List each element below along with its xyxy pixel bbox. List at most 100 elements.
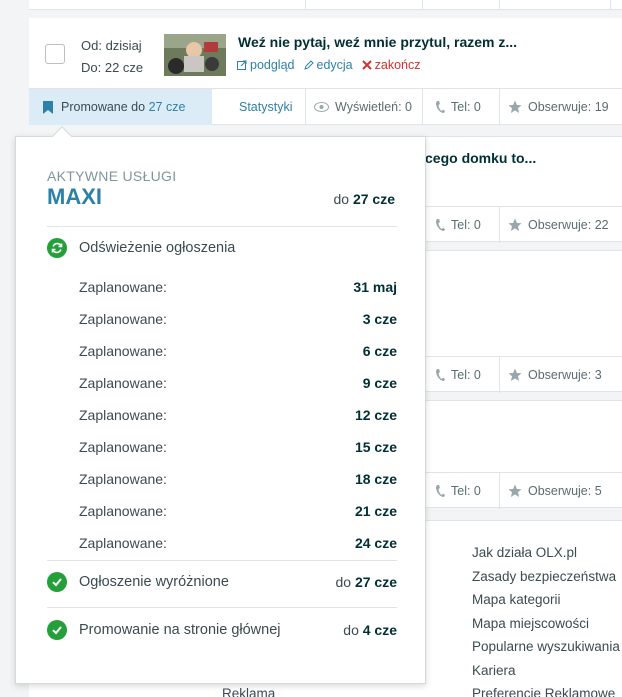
schedule-row: Zaplanowane: 21 cze bbox=[79, 501, 397, 521]
star-icon bbox=[508, 218, 522, 231]
pencil-icon bbox=[303, 60, 314, 70]
phone-stat-2: Tel: 0 bbox=[422, 207, 481, 243]
promo-date: 27 cze bbox=[148, 100, 186, 114]
footer-link-location-map[interactable]: Mapa miejscowości bbox=[472, 612, 620, 636]
package-until: do 27 cze bbox=[333, 191, 395, 207]
schedule-row: Zaplanowane: 3 cze bbox=[79, 309, 397, 329]
schedule-date: 18 cze bbox=[354, 471, 397, 487]
schedule-label: Zaplanowane: bbox=[79, 503, 167, 519]
promo-status[interactable]: Promowane do 27 cze bbox=[29, 89, 212, 125]
edit-link[interactable]: edycja bbox=[303, 58, 353, 72]
service-homepage: Promowanie na stronie głównej do 4 cze bbox=[47, 618, 397, 642]
ad-thumbnail[interactable] bbox=[164, 34, 226, 76]
schedule-label: Zaplanowane: bbox=[79, 311, 167, 327]
phone-icon bbox=[436, 219, 445, 231]
footer-link-popular-searches[interactable]: Popularne wyszukiwania bbox=[472, 635, 620, 659]
phone-count-4: Tel: 0 bbox=[451, 484, 481, 498]
schedule-date: 15 cze bbox=[354, 439, 397, 455]
footer-link-advertising[interactable]: Reklama bbox=[222, 686, 275, 697]
ad-row: Od: dzisiaj Do: 22 cze Weź nie pytaj, we… bbox=[29, 18, 622, 88]
divider bbox=[47, 607, 397, 608]
watch-stat: Obserwuje: 19 bbox=[499, 89, 609, 125]
service-until: do 4 cze bbox=[343, 622, 397, 638]
schedule-label: Zaplanowane: bbox=[79, 439, 167, 455]
bookmark-icon bbox=[43, 100, 53, 114]
schedule-row: Zaplanowane: 24 cze bbox=[79, 533, 397, 553]
watch-count-4: Obserwuje: 5 bbox=[528, 484, 602, 498]
ad-actions: podgląd edycja zakończ bbox=[237, 58, 421, 72]
schedule-label: Zaplanowane: bbox=[79, 407, 167, 423]
ad-dates: Od: dzisiaj Do: 22 cze bbox=[81, 35, 143, 79]
ad-title-2[interactable]: cego domku to... bbox=[425, 150, 536, 166]
watch-count-2: Obserwuje: 22 bbox=[528, 218, 609, 232]
ad-select-checkbox[interactable] bbox=[45, 44, 65, 64]
watch-stat-3: Obserwuje: 3 bbox=[499, 357, 602, 393]
schedule-row: Zaplanowane: 9 cze bbox=[79, 373, 397, 393]
preview-link[interactable]: podgląd bbox=[237, 58, 295, 72]
phone-icon bbox=[436, 101, 445, 113]
check-icon bbox=[47, 620, 67, 640]
schedule-date: 21 cze bbox=[354, 503, 397, 519]
footer-link-how-it-works[interactable]: Jak działa OLX.pl bbox=[472, 541, 620, 565]
refresh-title: Odświeżenie ogłoszenia bbox=[79, 240, 236, 256]
external-link-icon bbox=[237, 60, 247, 70]
views-count: Wyświetleń: 0 bbox=[335, 100, 412, 114]
phone-icon bbox=[436, 369, 445, 381]
watch-stat-4: Obserwuje: 5 bbox=[499, 473, 602, 509]
service-featured: Ogłoszenie wyróżnione do 27 cze bbox=[47, 570, 397, 594]
views-stat: Wyświetleń: 0 bbox=[305, 89, 412, 125]
service-until-date: 27 cze bbox=[354, 574, 397, 590]
service-name: Promowanie na stronie głównej bbox=[79, 622, 281, 638]
divider bbox=[47, 226, 397, 227]
close-icon bbox=[361, 60, 372, 70]
watch-stat-2: Obserwuje: 22 bbox=[499, 207, 609, 243]
check-icon bbox=[47, 572, 67, 592]
active-services-popup: AKTYWNE USŁUGI MAXI do 27 cze Odświeżeni… bbox=[15, 126, 426, 684]
phone-icon bbox=[436, 485, 445, 497]
end-label: zakończ bbox=[374, 58, 421, 72]
promo-prefix: Promowane do bbox=[61, 100, 146, 114]
statistics-link[interactable]: Statystyki bbox=[239, 89, 293, 125]
star-icon bbox=[508, 368, 522, 381]
footer-links: Jak działa OLX.pl Zasady bezpieczeństwa … bbox=[472, 541, 620, 697]
schedule-date: 12 cze bbox=[354, 407, 397, 423]
schedule-row: Zaplanowane: 12 cze bbox=[79, 405, 397, 425]
package-until-prefix: do bbox=[333, 191, 350, 207]
date-to: Do: 22 cze bbox=[81, 60, 144, 75]
previous-row-strip bbox=[29, 0, 622, 10]
preview-label: podgląd bbox=[250, 58, 295, 72]
schedule-row: Zaplanowane: 6 cze bbox=[79, 341, 397, 361]
end-link[interactable]: zakończ bbox=[361, 58, 421, 72]
service-name: Ogłoszenie wyróżnione bbox=[79, 574, 229, 590]
schedule-label: Zaplanowane: bbox=[79, 471, 167, 487]
star-icon bbox=[508, 100, 522, 113]
service-until-prefix: do bbox=[335, 574, 352, 590]
phone-count: Tel: 0 bbox=[451, 100, 481, 114]
schedule-row: Zaplanowane: 31 maj bbox=[79, 277, 397, 297]
phone-count-2: Tel: 0 bbox=[451, 218, 481, 232]
schedule-label: Zaplanowane: bbox=[79, 279, 167, 295]
schedule-date: 3 cze bbox=[362, 311, 397, 327]
phone-stat-4: Tel: 0 bbox=[422, 473, 481, 509]
edit-label: edycja bbox=[316, 58, 353, 72]
schedule-date: 24 cze bbox=[354, 535, 397, 551]
ad-title[interactable]: Weź nie pytaj, weź mnie przytul, razem z… bbox=[238, 34, 517, 50]
ad-stats-bar: Promowane do 27 cze Statystyki Wyświetle… bbox=[29, 88, 622, 125]
phone-stat: Tel: 0 bbox=[422, 89, 481, 125]
schedule-row: Zaplanowane: 18 cze bbox=[79, 469, 397, 489]
service-until-prefix: do bbox=[343, 622, 359, 638]
service-until: do 27 cze bbox=[335, 574, 397, 590]
footer-link-category-map[interactable]: Mapa kategorii bbox=[472, 588, 620, 612]
service-refresh: Odświeżenie ogłoszenia bbox=[47, 236, 397, 260]
watch-count: Obserwuje: 19 bbox=[528, 100, 609, 114]
popup-caret bbox=[52, 126, 72, 146]
footer-link-safety[interactable]: Zasady bezpieczeństwa bbox=[472, 565, 620, 589]
watch-count-3: Obserwuje: 3 bbox=[528, 368, 602, 382]
schedule-date: 6 cze bbox=[362, 343, 397, 359]
footer-link-ad-preferences[interactable]: Preferencje Reklamowe bbox=[472, 682, 620, 697]
phone-stat-3: Tel: 0 bbox=[422, 357, 481, 393]
schedule-label: Zaplanowane: bbox=[79, 343, 167, 359]
schedule-label: Zaplanowane: bbox=[79, 375, 167, 391]
eye-icon bbox=[314, 102, 329, 112]
footer-link-careers[interactable]: Kariera bbox=[472, 659, 620, 683]
